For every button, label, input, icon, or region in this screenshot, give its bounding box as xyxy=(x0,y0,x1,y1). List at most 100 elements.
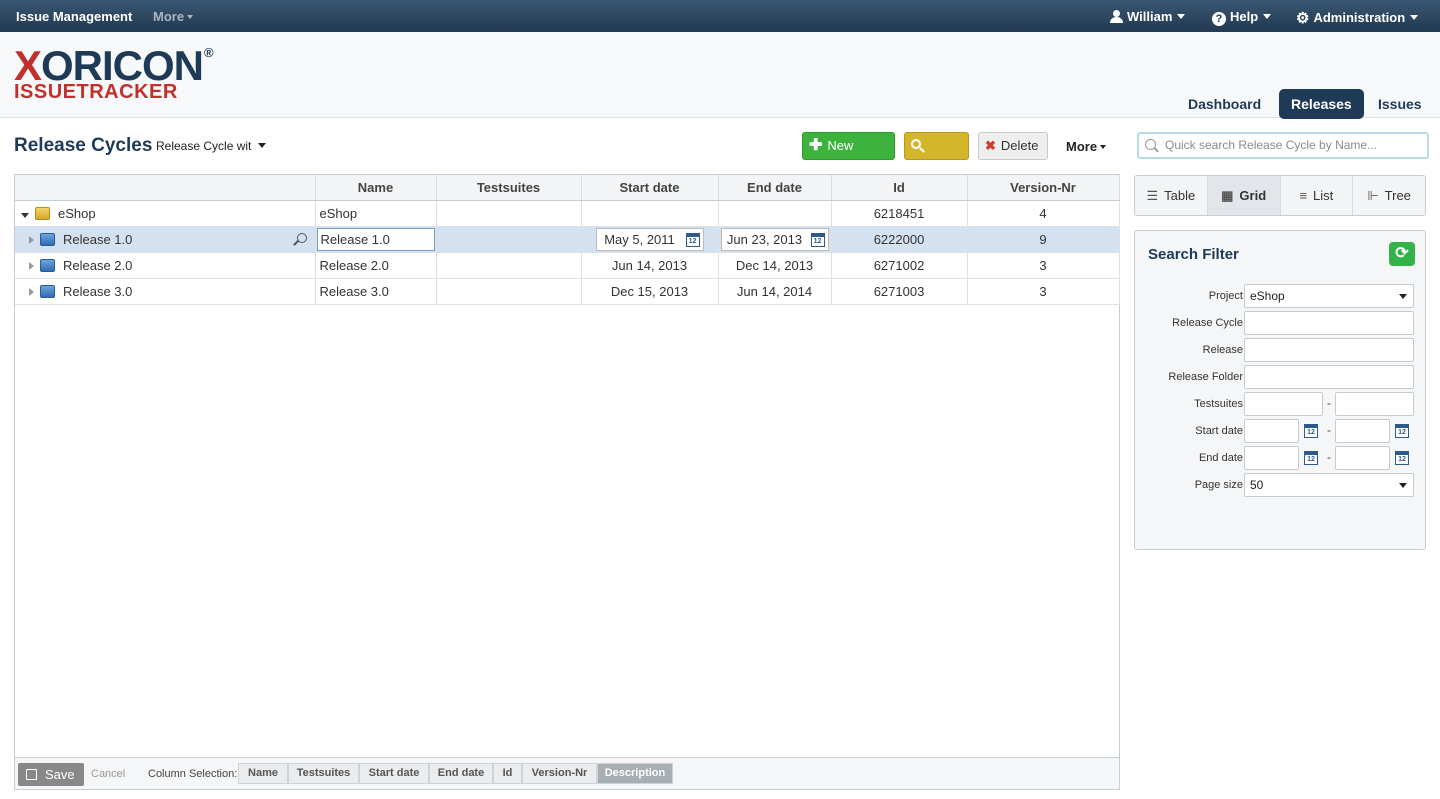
calendar-icon[interactable]: 12 xyxy=(1395,424,1409,438)
end-date-cell[interactable]: Dec 14, 2013 xyxy=(718,252,832,279)
save-disk-icon xyxy=(26,769,37,780)
table-row-selected[interactable]: Release 1.0 Release 1.0 May 5, 2011 12 Ju… xyxy=(15,226,1120,253)
view-tab-grid[interactable]: ▦ Grid xyxy=(1207,176,1281,215)
release-cycle-filter-input[interactable] xyxy=(1244,311,1414,335)
calendar-icon[interactable]: 12 xyxy=(685,232,700,247)
chevron-down-icon xyxy=(187,15,194,19)
name-cell[interactable]: Release 1.0 xyxy=(315,226,437,253)
start-date-to-input[interactable] xyxy=(1335,419,1390,443)
grid-view-icon: ▦ xyxy=(1221,188,1234,203)
view-tab-tree[interactable]: ⊩ Tree xyxy=(1353,176,1425,215)
nav-releases[interactable]: Releases xyxy=(1279,89,1364,119)
expand-toggle-icon[interactable] xyxy=(29,261,34,270)
table-row[interactable]: Release 3.0 Release 3.0 Dec 15, 2013 Jun… xyxy=(15,278,1120,305)
help-menu[interactable]: ? Help xyxy=(1212,9,1272,26)
help-icon: ? xyxy=(1212,12,1226,26)
tree-cell[interactable]: Release 3.0 xyxy=(15,278,316,305)
delete-label: Delete xyxy=(1000,138,1039,153)
testsuites-cell[interactable] xyxy=(436,200,582,227)
release-filter-input[interactable] xyxy=(1244,338,1414,362)
end-date-input[interactable]: Jun 23, 2013 12 xyxy=(720,227,829,251)
start-date-input[interactable]: May 5, 2011 12 xyxy=(595,227,704,251)
calendar-icon[interactable]: 12 xyxy=(1304,424,1318,438)
quick-search-input[interactable]: Quick search Release Cycle by Name... xyxy=(1137,132,1429,159)
search-filter-title: Search Filter xyxy=(1148,246,1239,263)
show-button[interactable]: Show xyxy=(904,132,969,179)
end-date-from-input[interactable] xyxy=(1244,446,1299,470)
column-toggle-testsuites[interactable]: Testsuites xyxy=(288,763,359,784)
table-row[interactable]: Release 2.0 Release 2.0 Jun 14, 2013 Dec… xyxy=(15,252,1120,279)
column-toggle-id[interactable]: Id xyxy=(493,763,522,784)
nav-issues[interactable]: Issues xyxy=(1366,89,1434,119)
refresh-icon[interactable]: ⟳ xyxy=(1389,242,1415,266)
expand-toggle-icon[interactable] xyxy=(29,235,34,244)
column-toggle-version-nr[interactable]: Version-Nr xyxy=(522,763,597,784)
new-cycle-button[interactable]: ✚ New Cycle xyxy=(802,132,895,179)
app-menu-issue-management[interactable]: Issue Management xyxy=(16,9,132,24)
column-toggle-description[interactable]: Description xyxy=(597,763,673,784)
column-header-testsuites[interactable]: Testsuites xyxy=(436,175,582,201)
release-cycle-select[interactable]: Release Cycle wit xyxy=(156,139,267,153)
start-date-cell[interactable] xyxy=(581,200,719,227)
page-size-select[interactable]: 50 xyxy=(1244,473,1414,497)
release-folder-filter-input[interactable] xyxy=(1244,365,1414,389)
name-cell[interactable]: eShop xyxy=(315,200,437,227)
top-more-menu[interactable]: More xyxy=(153,9,194,24)
page-size-value: 50 xyxy=(1250,478,1264,492)
app-header: XORICON® ISSUETRACKER Dashboard Releases… xyxy=(0,32,1440,119)
delete-button[interactable]: ✖ Delete xyxy=(978,132,1048,160)
table-row[interactable]: eShop eShop 6218451 4 xyxy=(15,200,1120,227)
calendar-icon[interactable]: 12 xyxy=(1395,451,1409,465)
testsuites-from-input[interactable] xyxy=(1244,392,1323,416)
magnifier-icon[interactable] xyxy=(296,232,307,243)
testsuites-filter-label: Testsuites xyxy=(1194,398,1243,410)
page-size-label: Page size xyxy=(1194,479,1243,491)
column-header-start-date[interactable]: Start date xyxy=(581,175,719,201)
expand-toggle-icon[interactable] xyxy=(21,212,29,218)
end-date-to-input[interactable] xyxy=(1335,446,1390,470)
column-header-end-date[interactable]: End date xyxy=(718,175,832,201)
name-cell[interactable]: Release 3.0 xyxy=(315,278,437,305)
column-toggle-start-date[interactable]: Start date xyxy=(359,763,429,784)
end-date-cell[interactable] xyxy=(718,200,832,227)
table-view-icon: ☰ xyxy=(1146,188,1159,203)
column-header-name[interactable]: Name xyxy=(315,175,437,201)
name-cell[interactable]: Release 2.0 xyxy=(315,252,437,279)
more-menu[interactable]: More xyxy=(1066,139,1107,154)
chevron-down-icon xyxy=(1100,145,1107,149)
testsuites-to-input[interactable] xyxy=(1335,392,1414,416)
column-header-version-nr[interactable]: Version-Nr xyxy=(967,175,1120,201)
gear-icon: ⚙ xyxy=(1296,10,1310,27)
column-header-id[interactable]: Id xyxy=(831,175,968,201)
start-date-from-input[interactable] xyxy=(1244,419,1299,443)
testsuites-cell[interactable] xyxy=(436,278,582,305)
save-button[interactable]: Save xyxy=(18,763,84,786)
project-label: Project xyxy=(1208,290,1243,302)
start-date-cell[interactable]: Dec 15, 2013 xyxy=(581,278,719,305)
end-date-cell[interactable]: Jun 14, 2014 xyxy=(718,278,832,305)
cancel-button[interactable]: Cancel xyxy=(91,768,125,780)
column-toggle-end-date[interactable]: End date xyxy=(429,763,493,784)
view-tab-table[interactable]: ☰ Table xyxy=(1135,176,1208,215)
tree-cell[interactable]: Release 1.0 xyxy=(15,226,316,253)
nav-dashboard[interactable]: Dashboard xyxy=(1176,89,1273,119)
project-select[interactable]: eShop xyxy=(1244,284,1414,308)
search-filter-panel: Search Filter ⟳ Project eShop Release Cy… xyxy=(1134,230,1426,550)
testsuites-cell[interactable] xyxy=(436,226,582,253)
testsuites-cell[interactable] xyxy=(436,252,582,279)
administration-menu[interactable]: ⚙ Administration xyxy=(1296,9,1419,27)
column-header-tree[interactable] xyxy=(15,175,316,201)
end-date-cell[interactable]: Jun 23, 2013 12 xyxy=(718,226,832,253)
calendar-icon[interactable]: 12 xyxy=(1304,451,1318,465)
tree-cell[interactable]: eShop xyxy=(15,200,316,227)
start-date-cell[interactable]: May 5, 2011 12 xyxy=(581,226,719,253)
column-toggle-name[interactable]: Name xyxy=(238,763,288,784)
start-date-cell[interactable]: Jun 14, 2013 xyxy=(581,252,719,279)
view-tab-list[interactable]: ≡ List xyxy=(1281,176,1354,215)
user-menu[interactable]: William xyxy=(1110,9,1186,24)
version-cell: 4 xyxy=(967,200,1120,227)
calendar-icon[interactable]: 12 xyxy=(810,232,825,247)
name-edit-input[interactable]: Release 1.0 xyxy=(316,227,435,251)
tree-cell[interactable]: Release 2.0 xyxy=(15,252,316,279)
expand-toggle-icon[interactable] xyxy=(29,287,34,296)
